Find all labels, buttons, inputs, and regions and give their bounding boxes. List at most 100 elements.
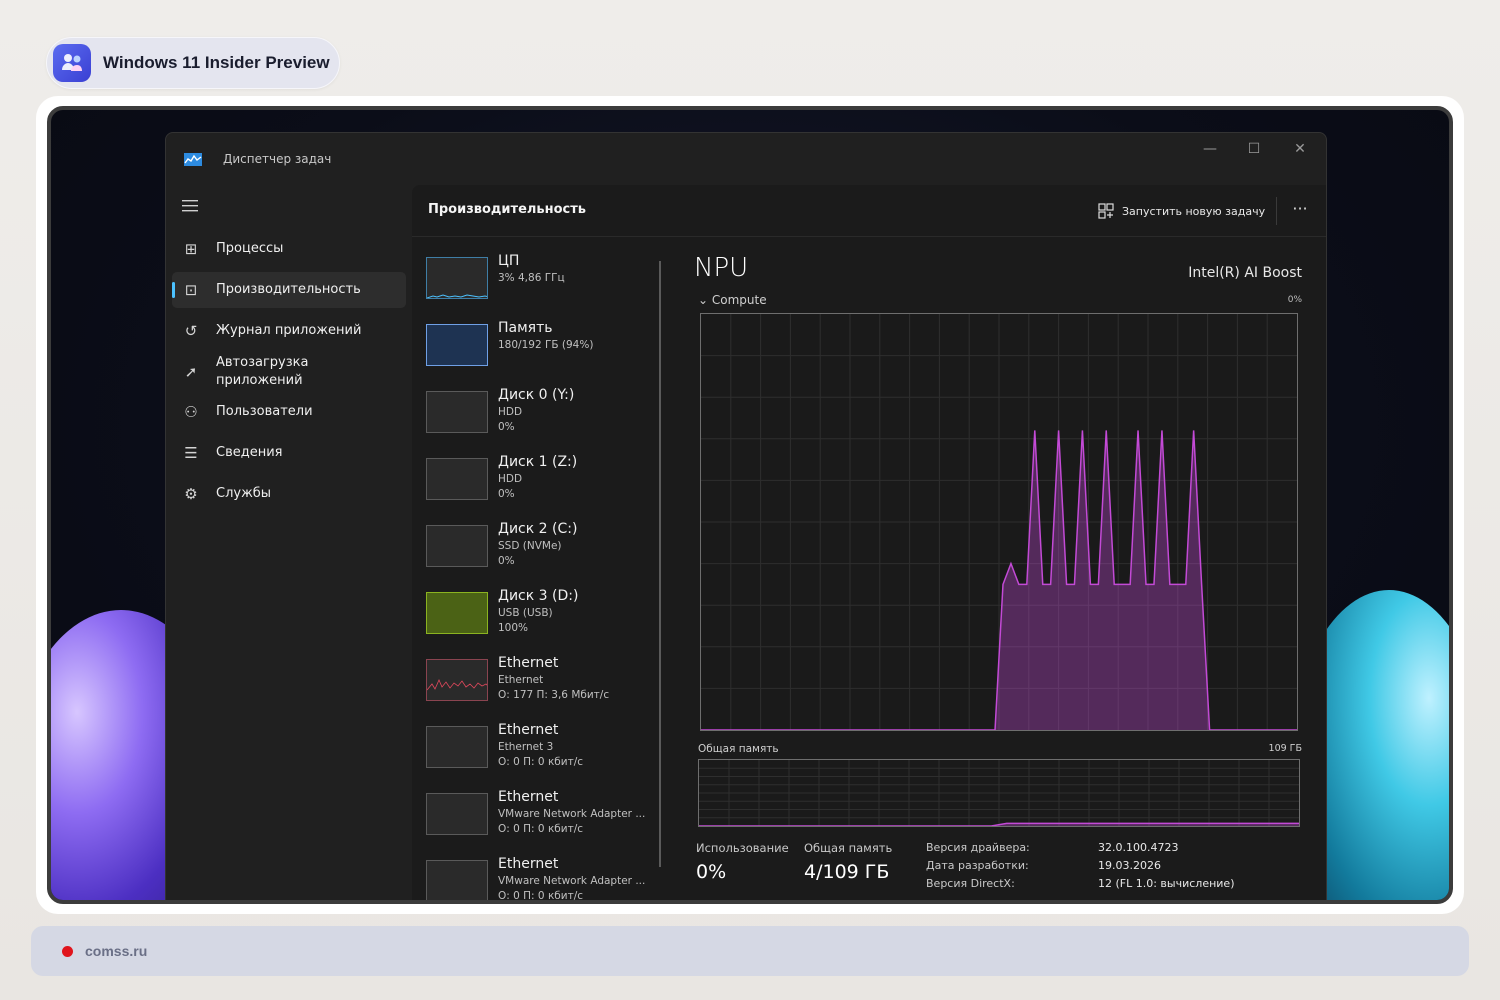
resource-thumbnail [426,458,488,500]
services-icon: ⚙ [184,485,198,503]
npu-device-name: Intel(R) AI Boost [1188,265,1302,281]
shared-memory-max: 109 ГБ [1268,743,1302,754]
hamburger-menu-icon[interactable] [182,199,200,213]
resource-value: О: 177 П: 3,6 Мбит/с [498,689,610,701]
shared-memory-graph [698,759,1300,827]
resource-item[interactable]: Ethernet Ethernet 3 О: 0 П: 0 кбит/с [426,718,656,778]
users-icon: ⚇ [184,403,198,421]
processes-icon: ⊞ [184,240,198,258]
resource-item[interactable]: Диск 3 (D:) USB (USB) 100% [426,584,656,644]
app-history-icon: ↺ [184,322,198,340]
sidebar-item-label: Автозагрузка приложений [216,355,309,388]
sidebar-item-details[interactable]: ☰ Сведения [172,435,406,471]
performance-icon: ⊡ [184,281,198,299]
startup-icon: ➚ [184,363,198,381]
resource-name: Ethernet [498,722,559,738]
details-icon: ☰ [184,444,198,462]
resource-item[interactable]: Ethernet VMware Network Adapter ... О: 0 П… [426,852,656,902]
main-panel: Производительность Запустить новую задач… [412,185,1326,902]
resource-value: 0% [498,555,515,567]
more-options-button[interactable]: ··· [1288,197,1312,221]
npu-usage-graph [700,313,1298,731]
desktop-screen: Диспетчер задач — ☐ ✕ ⊞ Процессы ⊡ Произ… [47,106,1453,904]
resource-thumbnail [426,324,488,366]
source-site[interactable]: comss.ru [85,943,147,959]
resource-list: ЦП 3% 4,86 ГГц Память 180/192 ГБ (94%) Диск … [412,249,658,902]
run-task-label: Запустить новую задачу [1122,204,1266,218]
resource-thumbnail [426,860,488,900]
resource-thumbnail [426,257,488,299]
shared-memory-label: Общая память [698,743,779,755]
resource-thumbnail [426,592,488,634]
header-divider [1276,197,1277,225]
sidebar-item-label: Процессы [216,241,284,256]
resource-item[interactable]: Ethernet Ethernet О: 177 П: 3,6 Мбит/с [426,651,656,711]
chevron-down-icon: ⌄ [698,293,712,307]
driver-date-label: Дата разработки: [926,859,1029,872]
resource-subtitle: HDD [498,473,523,485]
source-bar: comss.ru [31,926,1469,976]
resource-list-scrollbar[interactable] [659,261,661,867]
main-header: Производительность Запустить новую задач… [412,185,1326,237]
engine-max-label: 0% [1287,295,1302,305]
sidebar: ⊞ Процессы ⊡ Производительность ↺ Журнал… [166,185,412,900]
driver-date-value: 19.03.2026 [1098,859,1161,872]
resource-subtitle: HDD [498,406,523,418]
resource-name: ЦП [498,253,520,269]
title-bar[interactable]: Диспетчер задач — ☐ ✕ [166,133,1326,185]
usage-label: Использование [696,841,789,855]
resource-subtitle: Ethernet 3 [498,741,554,753]
sidebar-item-label: Производительность [216,282,361,297]
resource-name: Ethernet [498,655,559,671]
minimize-button[interactable]: — [1190,141,1230,165]
resource-name: Диск 1 (Z:) [498,454,578,470]
resource-item[interactable]: ЦП 3% 4,86 ГГц [426,249,656,309]
close-button[interactable]: ✕ [1280,141,1320,165]
sidebar-item-app-history[interactable]: ↺ Журнал приложений [172,313,406,349]
sidebar-item-performance[interactable]: ⊡ Производительность [172,272,406,308]
resource-item[interactable]: Ethernet VMware Network Adapter ... О: 0 П… [426,785,656,845]
resource-name: Диск 0 (Y:) [498,387,575,403]
sidebar-item-users[interactable]: ⚇ Пользователи [172,394,406,430]
resource-thumbnail [426,525,488,567]
resource-thumbnail [426,391,488,433]
run-new-task-button[interactable]: Запустить новую задачу [1098,199,1265,223]
resource-value: О: 0 П: 0 кбит/с [498,890,584,902]
resource-value: 100% [498,622,529,634]
resource-name: Ethernet [498,789,559,805]
resource-item[interactable]: Диск 0 (Y:) HDD 0% [426,383,656,443]
resource-value: О: 0 П: 0 кбит/с [498,823,584,835]
sidebar-item-label: Сведения [216,445,283,460]
engine-selector[interactable]: ⌄ Compute [698,293,767,307]
resource-item[interactable]: Память 180/192 ГБ (94%) [426,316,656,376]
usage-value: 0% [696,861,727,883]
resource-subtitle: 180/192 ГБ (94%) [498,339,594,351]
resource-value: О: 0 П: 0 кбит/с [498,756,584,768]
resource-name: Ethernet [498,856,559,872]
resource-thumbnail [426,793,488,835]
resource-value: 0% [498,421,515,433]
sidebar-item-processes[interactable]: ⊞ Процессы [172,231,406,267]
sidebar-item-label: Пользователи [216,404,313,419]
resource-name: Диск 2 (C:) [498,521,578,537]
directx-version-label: Версия DirectX: [926,877,1015,890]
shared-memory-stat-label: Общая память [804,841,893,855]
resource-subtitle: USB (USB) [498,607,553,619]
window-title: Диспетчер задач [223,152,332,166]
resource-item[interactable]: Диск 2 (C:) SSD (NVMe) 0% [426,517,656,577]
insider-badge: Windows 11 Insider Preview [46,37,340,89]
resource-subtitle: VMware Network Adapter ... [498,875,646,887]
resource-value: 0% [498,488,515,500]
resource-subtitle: SSD (NVMe) [498,540,562,552]
resource-name: Диск 3 (D:) [498,588,579,604]
sidebar-item-startup[interactable]: ➚ Автозагрузка приложений [172,351,406,393]
resource-subtitle: VMware Network Adapter ... [498,808,646,820]
sidebar-item-services[interactable]: ⚙ Службы [172,476,406,512]
sidebar-item-label: Журнал приложений [216,323,362,338]
resource-thumbnail [426,659,488,701]
insider-logo-icon [53,44,91,82]
resource-subtitle: Ethernet [498,674,544,686]
resource-item[interactable]: Диск 1 (Z:) HDD 0% [426,450,656,510]
npu-title: NPU [694,253,749,283]
maximize-button[interactable]: ☐ [1234,141,1274,165]
